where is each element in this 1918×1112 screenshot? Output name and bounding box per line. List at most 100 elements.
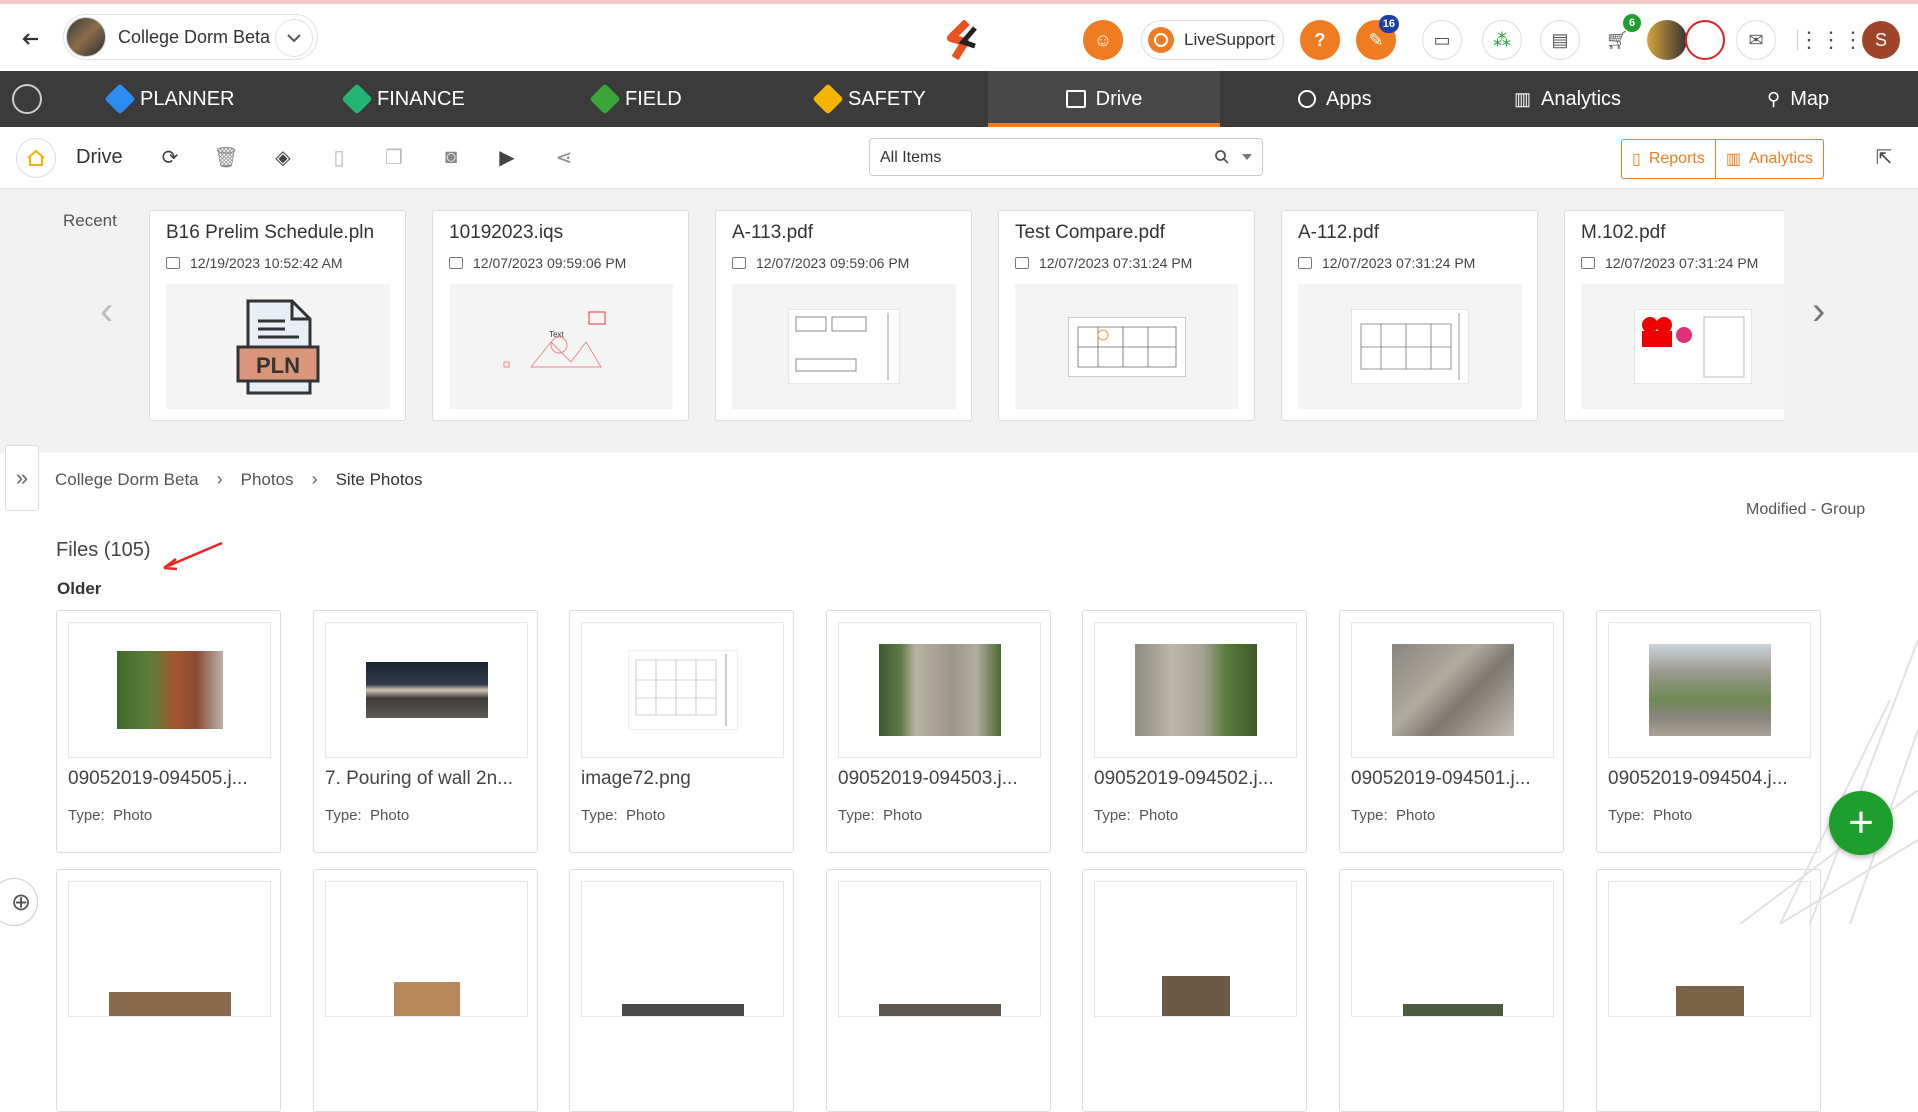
calendar-icon: [166, 257, 180, 269]
breadcrumb-project[interactable]: College Dorm Beta: [55, 470, 199, 490]
sidebar-expand-icon[interactable]: »: [5, 445, 39, 511]
file-card[interactable]: 09052019-094501.j... Type: Photo: [1339, 610, 1564, 853]
cart-icon[interactable]: 🛒︎ 6: [1597, 14, 1641, 60]
refresh-icon[interactable]: ⟳: [158, 145, 182, 169]
device-icon[interactable]: ▭: [1422, 20, 1462, 60]
map-pin-icon: ⚲: [1767, 88, 1781, 109]
user-avatar[interactable]: S: [1862, 21, 1900, 59]
network-icon[interactable]: ⁂: [1482, 20, 1522, 60]
home-icon[interactable]: [16, 138, 56, 178]
pln-file-icon: PLN: [236, 299, 320, 394]
back-arrow-icon[interactable]: [18, 26, 44, 52]
type-value: Photo: [113, 807, 153, 824]
type-value: Photo: [1396, 807, 1436, 824]
help-icon[interactable]: ?: [1300, 20, 1340, 60]
type-value: Photo: [1139, 807, 1179, 824]
apps-icon: [1298, 90, 1316, 108]
photo-image: [627, 650, 738, 730]
profile-photo-icon[interactable]: [1647, 20, 1687, 60]
photo-image: [393, 982, 460, 1016]
recent-card[interactable]: M.102.pdf 12/07/2023 07:31:24 PM: [1564, 210, 1784, 421]
bot-icon[interactable]: ☺: [1083, 20, 1123, 60]
recent-card[interactable]: B16 Prelim Schedule.pln 12/19/2023 10:52…: [149, 210, 406, 421]
chevron-left-icon[interactable]: ‹: [100, 289, 113, 334]
file-card[interactable]: 09052019-094505.j... Type: Photo: [56, 610, 281, 853]
add-circle-icon[interactable]: ⊕: [0, 878, 38, 926]
markup-drawing: Text: [503, 310, 606, 367]
reports-button[interactable]: ▯ Reports: [1622, 140, 1715, 178]
calendar-icon: [732, 257, 746, 269]
recent-date-text: 12/07/2023 07:31:24 PM: [1039, 255, 1193, 271]
file-thumbnail: [1298, 284, 1522, 409]
recent-date-text: 12/07/2023 07:31:24 PM: [1605, 255, 1759, 271]
notifications-icon[interactable]: ✎ 16: [1356, 15, 1399, 60]
nav-planner[interactable]: PLANNER: [104, 71, 234, 127]
file-card[interactable]: [313, 869, 538, 1112]
nav-map[interactable]: ⚲ Map: [1767, 71, 1829, 127]
drawing-sheet: [788, 309, 900, 384]
file-card[interactable]: 09052019-094503.j... Type: Photo: [826, 610, 1051, 853]
open-external-icon[interactable]: ⇱: [1872, 145, 1896, 169]
file-card[interactable]: [56, 869, 281, 1112]
chevron-right-icon: ›: [311, 469, 318, 489]
chevron-down-icon[interactable]: [275, 19, 313, 57]
nav-finance[interactable]: FINANCE: [341, 71, 465, 127]
recent-date-text: 12/07/2023 09:59:06 PM: [756, 255, 910, 271]
copy-icon[interactable]: ❐: [382, 145, 406, 169]
photo-image: [1675, 986, 1744, 1016]
file-card[interactable]: image72.png Type: Photo: [569, 610, 794, 853]
photo-image: [1161, 976, 1230, 1016]
play-icon[interactable]: ▶: [495, 145, 519, 169]
photo-image: [108, 992, 231, 1016]
file-card[interactable]: 09052019-094502.j... Type: Photo: [1082, 610, 1307, 853]
chevron-right-icon[interactable]: ›: [1812, 289, 1825, 334]
delete-icon[interactable]: 🗑︎: [213, 145, 238, 169]
nav-drive[interactable]: Drive: [988, 71, 1220, 127]
file-thumbnail: [838, 881, 1041, 1017]
breadcrumb-photos[interactable]: Photos: [241, 470, 294, 490]
nav-apps[interactable]: Apps: [1298, 71, 1372, 127]
project-selector[interactable]: College Dorm Beta: [63, 14, 318, 60]
recent-file-date: 12/07/2023 09:59:06 PM: [732, 255, 909, 271]
apps-grid-icon[interactable]: ⋮⋮⋮: [1798, 20, 1864, 60]
toolbar-title: Drive: [76, 146, 123, 168]
analytics-button[interactable]: ▥ Analytics: [1714, 140, 1823, 178]
calendar-icon: [1015, 257, 1029, 269]
live-support-button[interactable]: LiveSupport: [1141, 20, 1284, 60]
share-icon[interactable]: ⋖: [552, 145, 576, 169]
headset-icon: [1148, 27, 1174, 53]
finance-icon: [341, 83, 373, 115]
recent-card[interactable]: Test Compare.pdf 12/07/2023 07:31:24 PM: [998, 210, 1255, 421]
file-thumbnail: [68, 622, 271, 758]
file-card[interactable]: [1082, 869, 1307, 1112]
file-card[interactable]: 7. Pouring of wall 2n... Type: Photo: [313, 610, 538, 853]
version-icon[interactable]: ▯: [327, 145, 351, 169]
file-name: 09052019-094502.j...: [1094, 768, 1274, 789]
type-label: Type:: [68, 807, 105, 824]
file-card[interactable]: [569, 869, 794, 1112]
file-card[interactable]: [1339, 869, 1564, 1112]
sort-group-toggle[interactable]: Modified - Group: [1746, 501, 1865, 519]
recent-card[interactable]: 10192023.iqs 12/07/2023 09:59:06 PM Text: [432, 210, 689, 421]
recent-card[interactable]: A-112.pdf 12/07/2023 07:31:24 PM: [1281, 210, 1538, 421]
photo-image: [621, 1004, 744, 1016]
move-icon[interactable]: ◈: [271, 145, 295, 169]
nav-analytics[interactable]: ▥ Analytics: [1514, 71, 1621, 127]
recent-card[interactable]: A-113.pdf 12/07/2023 09:59:06 PM: [715, 210, 972, 421]
add-fab-button[interactable]: +: [1829, 791, 1893, 855]
breadcrumb: College Dorm Beta › Photos › Site Photos: [55, 469, 423, 490]
company-logo-icon[interactable]: [1685, 20, 1725, 60]
caret-down-icon[interactable]: [1242, 154, 1252, 160]
recent-file-name: 10192023.iqs: [449, 222, 564, 243]
nav-field[interactable]: FIELD: [589, 71, 682, 127]
search-filter-input[interactable]: All Items: [869, 138, 1263, 176]
nav-safety[interactable]: SAFETY: [812, 71, 926, 127]
analytics-icon: ▥: [1725, 151, 1741, 168]
camera-icon[interactable]: ◙: [439, 145, 463, 169]
markup-text: Text: [549, 330, 564, 339]
forms-icon[interactable]: ▤: [1540, 20, 1580, 60]
file-card[interactable]: [826, 869, 1051, 1112]
nav-home-icon[interactable]: [12, 84, 42, 114]
chat-icon[interactable]: ✉: [1736, 20, 1776, 60]
file-thumbnail: [1015, 284, 1239, 409]
